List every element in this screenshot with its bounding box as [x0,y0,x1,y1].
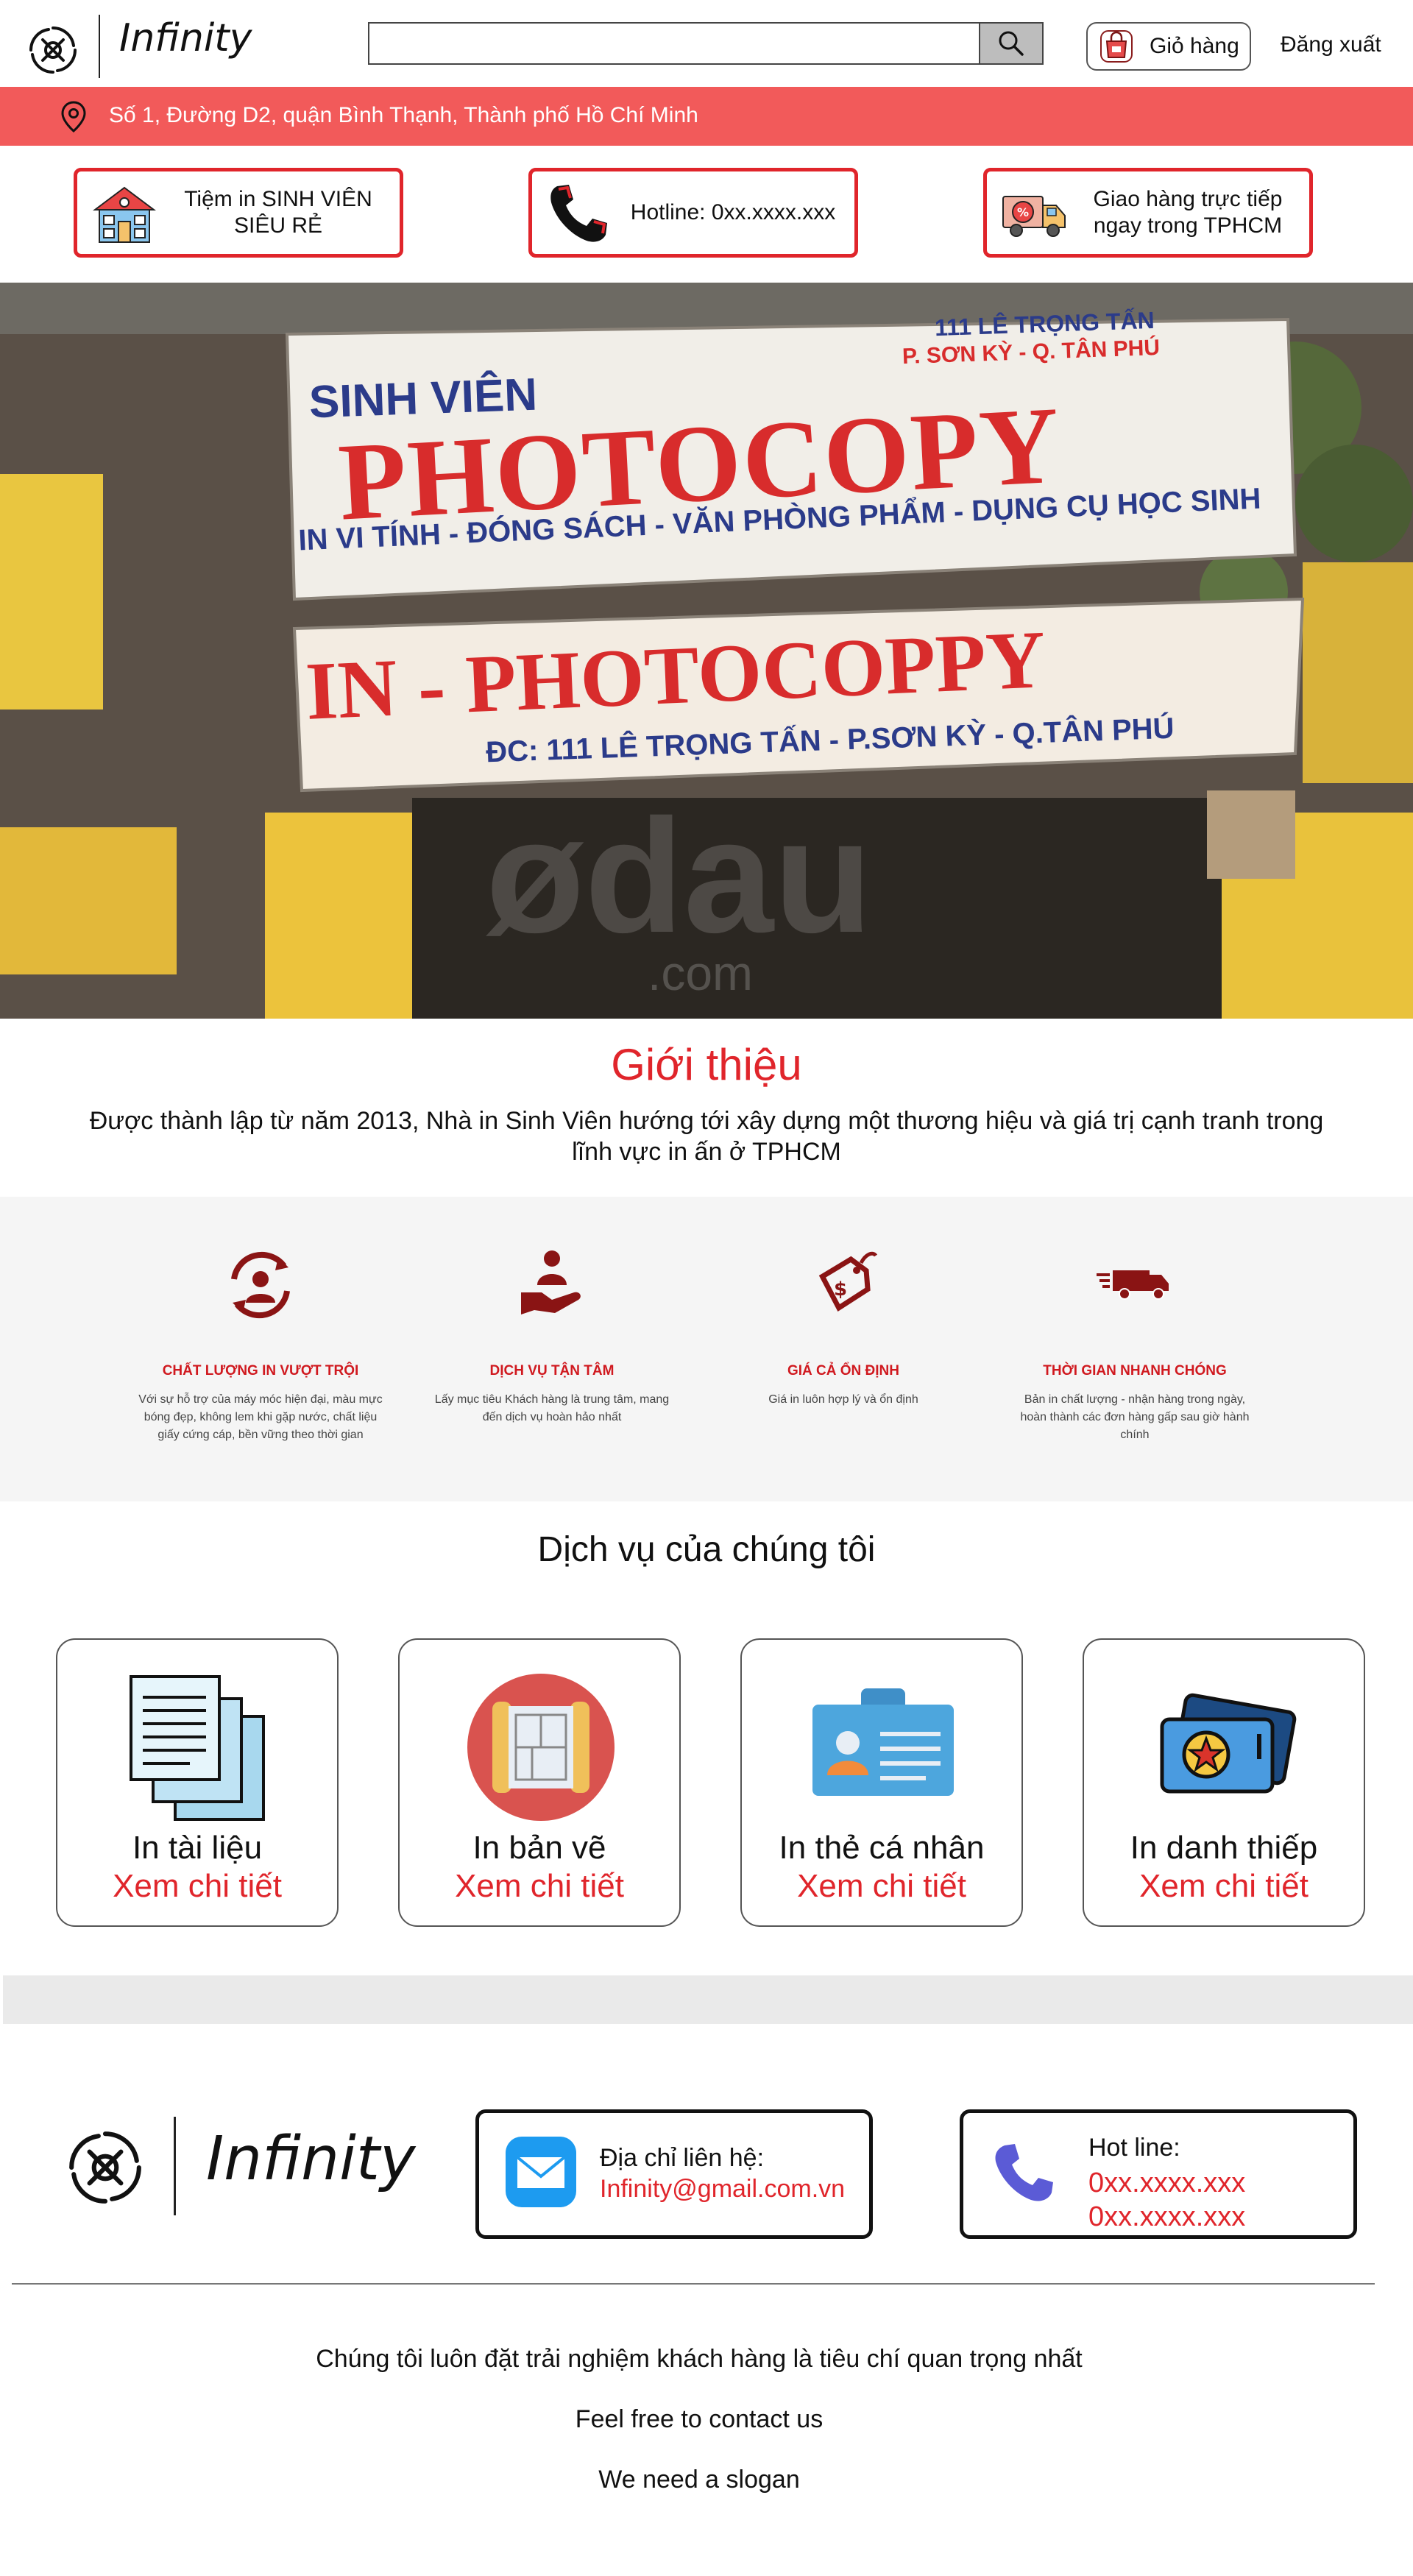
service-name: In danh thiếp [1130,1830,1318,1866]
logo-divider [99,15,100,78]
value-price: $ GIÁ CẢ ỔN ĐỊNH Giá in luôn hợp lý và ổ… [704,1241,983,1409]
value-text: Lấy mục tiêu Khách hàng là trung tâm, ma… [434,1393,670,1423]
customer-care-icon [521,1250,581,1314]
service-detail-link[interactable]: Xem chi tiết [742,1868,1021,1905]
phone-call-icon [995,2144,1053,2201]
feature-hotline: Hotline: 0xx.xxxx.xxx [528,168,858,258]
svg-text:%: % [1017,205,1029,219]
feature-cheap-shop: Tiệm in SINH VIÊN SIÊU RẺ [74,168,403,258]
address-bar: Số 1, Đường D2, quận Bình Thạnh, Thành p… [0,87,1413,146]
value-text: Với sự hỗ trợ của máy móc hiện đại, màu … [138,1393,383,1441]
intro-title: Giới thiệu [611,1040,802,1089]
value-service: DỊCH VỤ TẬN TÂM Lấy mục tiêu Khách hàng … [412,1241,692,1426]
hero-shop-photo: SINH VIÊN PHOTOCOPY IN VI TÍNH - ĐÓNG SÁ… [0,283,1413,1019]
search-button[interactable] [980,22,1044,65]
service-card-documents[interactable]: In tài liệu Xem chi tiết [56,1638,339,1927]
mail-icon [506,2137,576,2207]
service-name: In thẻ cá nhân [779,1830,985,1866]
search-input[interactable] [368,22,980,65]
service-name: In bản vẽ [472,1830,606,1866]
location-pin-icon [61,101,86,132]
watermark-sub: .com [648,946,754,1000]
service-card-business-card[interactable]: In danh thiếp Xem chi tiết [1083,1638,1365,1927]
footer-divider [12,2283,1375,2285]
service-detail-link[interactable]: Xem chi tiết [400,1868,679,1905]
hotline-number-2[interactable]: 0xx.xxxx.xxx [1088,2201,1245,2233]
quality-cycle-icon [231,1251,290,1319]
value-title: DỊCH VỤ TẬN TÂM [489,1363,615,1379]
header: Infinity Giỏ hàng Đăng xuất [0,0,1413,87]
brand-logo-icon[interactable] [26,24,79,77]
footer-line: We need a slogan [598,2466,800,2494]
hotline-label: Hot line: [1088,2134,1180,2162]
value-speed: THỜI GIAN NHANH CHÓNG Bản in chất lượng … [995,1241,1275,1444]
shop-icon [93,186,156,243]
feature-text: Giao hàng trực tiếp ngay trong TPHCM [1093,187,1283,238]
documents-icon [130,1675,265,1821]
footer-line: Feel free to contact us [575,2405,824,2433]
price-tag-icon: $ [818,1251,878,1312]
feature-text: Tiệm in SINH VIÊN SIÊU RẺ [184,187,372,238]
business-card-icon [1160,1693,1297,1794]
value-text: Bản in chất lượng - nhận hàng trong ngày… [1020,1393,1250,1441]
contact-email-box: Địa chỉ liên hệ: Infinity@gmail.com.vn [475,2109,873,2239]
footer-brand-logo-icon[interactable] [65,2127,146,2208]
search-icon [999,31,1024,56]
shopping-bag-icon [1100,30,1133,63]
separator-strip [3,1975,1413,2024]
fast-truck-icon [1097,1270,1169,1300]
value-title: GIÁ CẢ ỔN ĐỊNH [787,1363,899,1379]
feature-text: Hotline: 0xx.xxxx.xxx [630,200,836,224]
footer-logo-divider [174,2117,176,2215]
contact-label: Địa chỉ liên hệ: [600,2144,765,2172]
service-card-id-card[interactable]: In thẻ cá nhân Xem chi tiết [740,1638,1023,1927]
value-text: Giá in luôn hợp lý và ổn định [768,1393,918,1406]
value-title: THỜI GIAN NHANH CHÓNG [1043,1363,1227,1379]
logout-link[interactable]: Đăng xuất [1281,32,1381,57]
contact-hotline-box: Hot line: 0xx.xxxx.xxx 0xx.xxxx.xxx [960,2109,1357,2239]
svg-text:$: $ [834,1278,847,1301]
service-detail-link[interactable]: Xem chi tiết [57,1868,337,1905]
watermark-text: ødau [486,785,873,966]
cart-label: Giỏ hàng [1150,34,1239,58]
services-title: Dịch vụ của chúng tôi [537,1530,876,1569]
cart-button[interactable]: Giỏ hàng [1086,22,1251,71]
service-name: In tài liệu [132,1830,263,1866]
intro-text: Được thành lập từ năm 2013, Nhà in Sinh … [89,1107,1324,1166]
service-detail-link[interactable]: Xem chi tiết [1084,1868,1364,1905]
address-text: Số 1, Đường D2, quận Bình Thạnh, Thành p… [109,103,698,127]
feature-delivery: % Giao hàng trực tiếp ngay trong TPHCM [983,168,1313,258]
footer-brand-name: Infinity [206,2124,416,2194]
delivery-truck-icon: % [1002,196,1066,237]
contact-email[interactable]: Infinity@gmail.com.vn [600,2175,845,2204]
value-quality: CHẤT LƯỢNG IN VƯỢT TRỘI Với sự hỗ trợ củ… [121,1241,400,1444]
footer-line: Chúng tôi luôn đặt trải nghiệm khách hàn… [316,2345,1083,2373]
brand-name[interactable]: Infinity [119,16,252,60]
hotline-number-1[interactable]: 0xx.xxxx.xxx [1088,2168,1245,2199]
phone-icon [550,185,607,242]
blueprint-icon [467,1674,615,1821]
value-title: CHẤT LƯỢNG IN VƯỢT TRỘI [162,1363,359,1379]
service-card-blueprint[interactable]: In bản vẽ Xem chi tiết [398,1638,681,1927]
id-card-icon [812,1688,954,1796]
values-section: CHẤT LƯỢNG IN VƯỢT TRỘI Với sự hỗ trợ củ… [0,1197,1413,1501]
